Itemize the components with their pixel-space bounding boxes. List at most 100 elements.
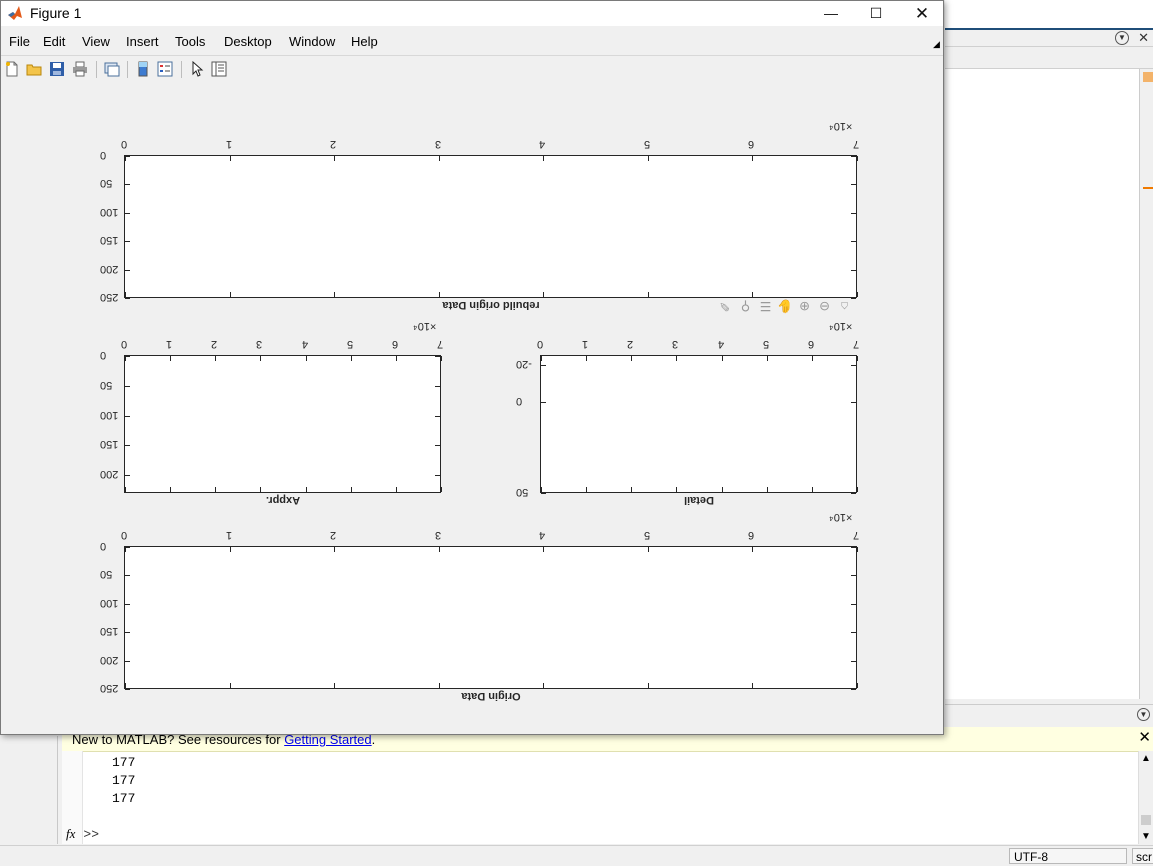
- y-tick-mark: [125, 356, 130, 357]
- data-cursor-icon[interactable]: ✎: [717, 299, 732, 314]
- x-tick-label: 7: [852, 138, 860, 150]
- axes-rebuild-origin[interactable]: [124, 155, 858, 299]
- x-tick-mark: [631, 356, 633, 361]
- x-exponent-label: ×10⁴: [413, 320, 437, 332]
- dock-arrow-icon[interactable]: ◢: [933, 39, 940, 50]
- y-tick-mark: [125, 689, 130, 690]
- y-tick-mark: [851, 689, 856, 690]
- x-tick-mark: [676, 487, 678, 492]
- restore-view-icon[interactable]: ⌂: [837, 299, 852, 314]
- menu-insert[interactable]: Insert: [126, 34, 159, 49]
- scroll-thumb[interactable]: [1141, 815, 1151, 825]
- minimize-icon[interactable]: —: [808, 1, 854, 26]
- x-exponent-label: ×10⁴: [829, 320, 853, 332]
- x-tick-label: 2: [627, 338, 634, 350]
- brush-icon[interactable]: ⚲: [738, 299, 753, 314]
- x-tick-label: 4: [539, 529, 546, 541]
- insert-colorbar-icon[interactable]: [135, 61, 151, 77]
- axes-toolbar: ✎ ⚲ ☰ ✋ ⊕ ⊖ ⌂: [717, 299, 857, 317]
- x-tick-mark: [543, 683, 545, 688]
- y-tick-mark: [125, 156, 130, 157]
- x-tick-mark: [125, 487, 126, 492]
- x-tick-label: 0: [120, 338, 128, 350]
- chevron-down-icon[interactable]: ▼: [1137, 708, 1150, 721]
- insert-legend-icon[interactable]: [157, 61, 173, 77]
- open-file-icon[interactable]: [26, 61, 42, 77]
- scroll-down-icon[interactable]: ▼: [1141, 831, 1151, 842]
- property-inspector-icon[interactable]: [211, 61, 227, 77]
- workspace-scrollbar[interactable]: [1140, 69, 1153, 699]
- y-tick-mark: [125, 212, 130, 214]
- new-figure-icon[interactable]: [4, 61, 20, 77]
- x-tick-mark: [647, 547, 649, 552]
- command-window[interactable]: New to MATLAB? See resources for Getting…: [62, 727, 1153, 844]
- x-tick-label: 7: [852, 529, 860, 541]
- y-tick-label: 50: [100, 568, 113, 581]
- y-tick-mark: [541, 493, 546, 494]
- x-tick-mark: [543, 156, 545, 161]
- x-tick-mark: [857, 356, 858, 361]
- x-tick-mark: [541, 356, 542, 361]
- menu-view[interactable]: View: [82, 34, 110, 49]
- y-tick-mark: [125, 632, 130, 634]
- y-tick-mark: [541, 365, 546, 367]
- x-tick-mark: [215, 356, 217, 361]
- axes-origin[interactable]: [124, 546, 858, 690]
- menu-file[interactable]: File: [9, 34, 30, 49]
- edit-plot-arrow-icon[interactable]: [189, 61, 205, 77]
- prompt-symbol: >>: [83, 827, 99, 842]
- axes-detail[interactable]: [540, 355, 858, 494]
- x-tick-label: 3: [434, 529, 441, 541]
- x-tick-mark: [857, 292, 858, 297]
- close-icon[interactable]: ✕: [899, 1, 945, 26]
- zoom-in-icon[interactable]: ⊕: [797, 299, 812, 314]
- pan-icon[interactable]: ✋: [777, 299, 793, 314]
- x-tick-label: 3: [256, 338, 263, 350]
- x-tick-mark: [647, 683, 649, 688]
- x-tick-mark: [752, 156, 754, 161]
- y-tick-label: 200: [100, 262, 119, 275]
- x-tick-mark: [586, 487, 588, 492]
- y-tick-label: 0: [100, 349, 107, 361]
- x-tick-label: 3: [434, 138, 441, 150]
- maximize-icon[interactable]: ☐: [853, 1, 899, 26]
- command-scrollbar[interactable]: ▲ ▼: [1138, 751, 1153, 844]
- x-tick-mark: [334, 683, 336, 688]
- figure-canvas[interactable]: ✎ ⚲ ☰ ✋ ⊕ ⊖ ⌂ 0 1 2 3 4 5 6 7 0 50 100 150 200 250 ×10…: [1, 83, 943, 734]
- x-tick-mark: [441, 487, 442, 492]
- y-tick-mark: [125, 184, 130, 186]
- chevron-down-icon[interactable]: ▼: [1115, 31, 1129, 45]
- y-tick-mark: [125, 603, 130, 605]
- scroll-up-icon[interactable]: ▲: [1141, 753, 1151, 764]
- x-tick-label: 0: [120, 529, 128, 541]
- y-tick-mark: [851, 603, 856, 605]
- close-icon[interactable]: ✕: [1138, 30, 1149, 46]
- toolbar-separator: [181, 61, 182, 78]
- print-icon[interactable]: [72, 61, 88, 77]
- zoom-out-icon[interactable]: ⊖: [817, 299, 832, 314]
- save-icon[interactable]: [49, 61, 65, 77]
- menu-tools[interactable]: Tools: [175, 34, 205, 49]
- close-icon[interactable]: ✕: [1138, 728, 1151, 746]
- fx-icon[interactable]: fx: [66, 826, 75, 841]
- x-tick-label: 5: [643, 138, 650, 150]
- menu-help[interactable]: Help: [351, 34, 378, 49]
- command-prompt[interactable]: fx >>: [66, 826, 99, 842]
- link-plot-icon[interactable]: [104, 61, 120, 77]
- y-tick-label: 100: [100, 205, 119, 218]
- y-tick-label: 50: [516, 486, 529, 498]
- workspace-panel[interactable]: [945, 69, 1140, 699]
- menu-desktop[interactable]: Desktop: [224, 34, 272, 49]
- title-bar[interactable]: Figure 1 — ☐ ✕: [1, 1, 943, 26]
- menu-window[interactable]: Window: [289, 34, 335, 49]
- x-tick-label: 2: [330, 529, 337, 541]
- x-tick-label: 5: [762, 338, 769, 350]
- menu-edit[interactable]: Edit: [43, 34, 65, 49]
- export-icon[interactable]: ☰: [758, 299, 773, 314]
- figure-toolbar: [1, 55, 943, 84]
- x-tick-mark: [229, 547, 231, 552]
- x-tick-mark: [305, 487, 307, 492]
- axes-approximation[interactable]: [124, 355, 442, 493]
- y-tick-label: 200: [100, 653, 119, 666]
- current-folder-panel: [0, 736, 58, 844]
